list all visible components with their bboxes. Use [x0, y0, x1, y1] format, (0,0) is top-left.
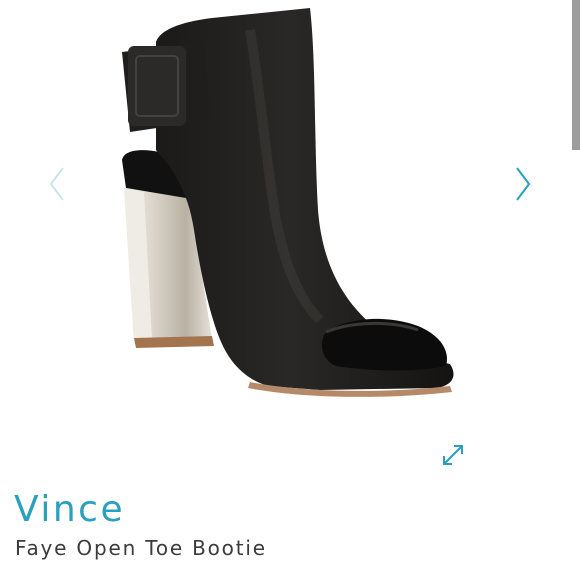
expand-image-button[interactable]	[436, 438, 470, 472]
expand-arrows-icon	[443, 445, 463, 465]
product-image-gallery[interactable]	[0, 0, 580, 480]
product-title: Faye Open Toe Bootie	[15, 536, 267, 560]
chevron-left-icon	[49, 167, 64, 201]
next-image-button[interactable]	[508, 162, 538, 206]
chevron-right-icon	[516, 167, 531, 201]
product-page: Vince Faye Open Toe Bootie	[0, 0, 580, 580]
brand-name[interactable]: Vince	[14, 492, 125, 528]
scrollbar[interactable]	[572, 0, 580, 150]
previous-image-button[interactable]	[42, 162, 72, 206]
product-image	[122, 8, 454, 397]
